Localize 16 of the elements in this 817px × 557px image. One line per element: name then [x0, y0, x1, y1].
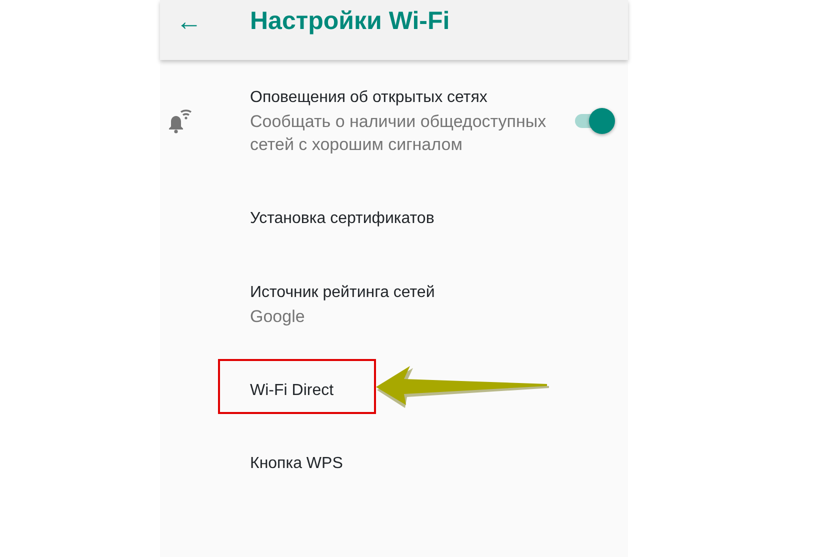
setting-title: Оповещения об открытых сетях: [250, 88, 488, 108]
setting-title: Кнопка WPS: [250, 454, 343, 474]
setting-title: Wi-Fi Direct: [250, 380, 334, 400]
setting-summary: Сообщать о наличии общедоступных сетей с хорошим сигналом: [250, 111, 548, 156]
settings-item[interactable]: Оповещения об открытых сетях Сообщать о наличии общедоступных сетей с хорошим сигналом: [160, 60, 628, 182]
settings-item[interactable]: Кнопка WPS: [160, 427, 628, 500]
setting-title: Источник рейтинга сетей: [250, 283, 435, 303]
settings-item[interactable]: Wi-Fi Direct: [160, 354, 628, 427]
settings-item[interactable]: Установка сертификатов: [160, 182, 628, 255]
toggle-switch[interactable]: [573, 108, 617, 134]
back-button[interactable]: ←: [160, 7, 250, 35]
screen-title: Настройки Wi-Fi: [250, 6, 450, 38]
setting-title: Установка сертификатов: [250, 208, 434, 228]
notification-wifi-icon: [168, 108, 192, 134]
setting-summary: Google: [250, 306, 306, 328]
settings-item[interactable]: Источник рейтинга сетей Google: [160, 255, 628, 354]
